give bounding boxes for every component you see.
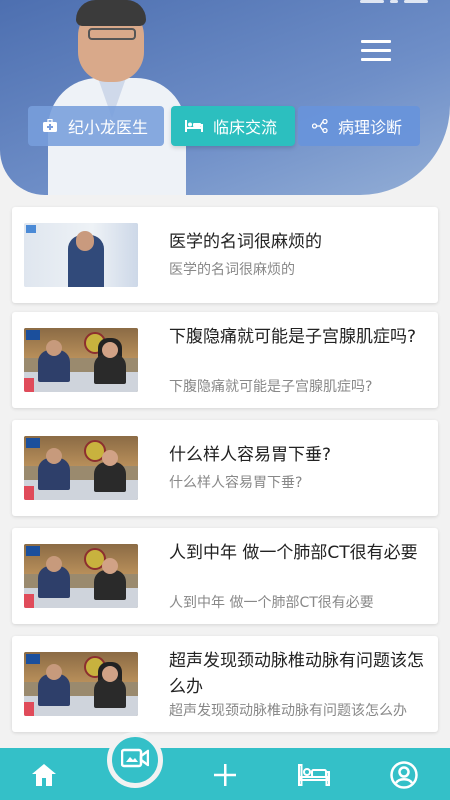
article-title: 下腹隐痛就可能是子宫腺肌症吗? [169, 327, 417, 347]
tab-pathology-diagnosis[interactable]: 病理诊断 [298, 106, 420, 146]
video-thumbnail [24, 223, 138, 287]
article-title: 人到中年 做一个肺部CT很有必要 [169, 543, 418, 563]
tab-label: 病理诊断 [338, 118, 403, 137]
profile-icon[interactable] [386, 760, 422, 790]
article-subtitle: 什么样人容易胃下垂? [169, 475, 303, 491]
article-subtitle: 超声发现颈动脉椎动脉有问题该怎么办 [169, 703, 407, 719]
add-icon[interactable] [207, 760, 243, 790]
doctor-portrait [40, 0, 190, 195]
share-tree-icon [312, 119, 328, 133]
list-item[interactable]: 医学的名词很麻烦的 医学的名词很麻烦的 [12, 207, 438, 303]
profile-header: 纪小龙医生 临床交流 病理诊断 [0, 0, 450, 195]
video-thumbnail [24, 544, 138, 608]
tab-label: 临床交流 [213, 118, 278, 137]
list-item[interactable]: 下腹隐痛就可能是子宫腺肌症吗? 下腹隐痛就可能是子宫腺肌症吗? [12, 312, 438, 408]
article-subtitle: 人到中年 做一个肺部CT很有必要 [169, 595, 374, 611]
video-thumbnail [24, 652, 138, 716]
status-bar [360, 0, 428, 4]
article-subtitle: 下腹隐痛就可能是子宫腺肌症吗? [169, 379, 373, 395]
tab-label: 纪小龙医生 [68, 118, 149, 137]
hamburger-menu-icon[interactable] [361, 40, 391, 64]
video-thumbnail [24, 436, 138, 500]
video-upload-button[interactable] [107, 732, 163, 788]
list-item[interactable]: 什么样人容易胃下垂? 什么样人容易胃下垂? [12, 420, 438, 516]
article-subtitle: 医学的名词很麻烦的 [169, 262, 295, 278]
bed-icon[interactable] [296, 760, 332, 790]
home-icon[interactable] [26, 760, 62, 790]
video-icon [120, 747, 150, 773]
video-thumbnail [24, 328, 138, 392]
tab-doctor-profile[interactable]: 纪小龙医生 [28, 106, 164, 146]
article-title: 什么样人容易胃下垂? [169, 445, 332, 465]
article-title: 医学的名词很麻烦的 [169, 232, 322, 252]
article-title: 超声发现颈动脉椎动脉有问题该怎么办 [169, 651, 424, 697]
tab-clinical-exchange[interactable]: 临床交流 [171, 106, 295, 146]
medical-kit-icon [42, 119, 58, 133]
bottom-navigation [0, 748, 450, 800]
list-item[interactable]: 超声发现颈动脉椎动脉有问题该怎么办 超声发现颈动脉椎动脉有问题该怎么办 [12, 636, 438, 732]
list-item[interactable]: 人到中年 做一个肺部CT很有必要 人到中年 做一个肺部CT很有必要 [12, 528, 438, 624]
hospital-bed-icon [185, 120, 203, 132]
